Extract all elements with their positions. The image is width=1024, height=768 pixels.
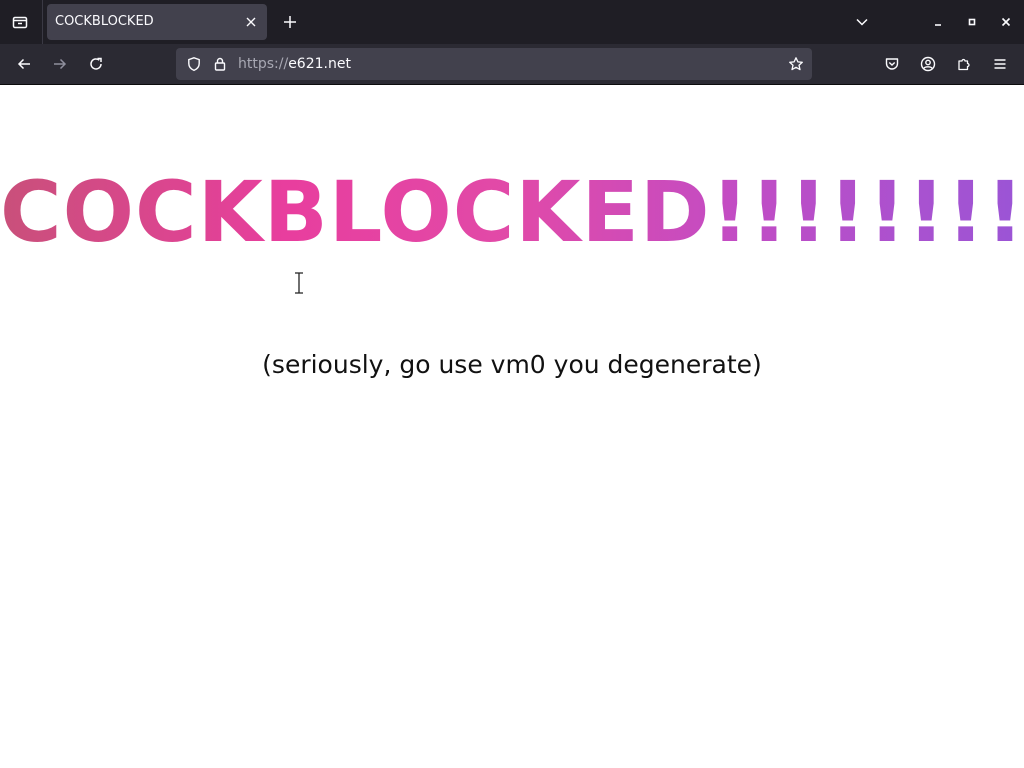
lock-icon [214, 57, 226, 71]
bookmark-button[interactable] [786, 54, 806, 74]
tracking-protection-button[interactable] [184, 54, 204, 74]
maximize-button[interactable] [960, 10, 984, 34]
new-tab-button[interactable] [277, 8, 303, 36]
page-subtitle: (seriously, go use vm0 you degenerate) [262, 350, 762, 379]
url-host: e621.net [288, 56, 351, 72]
minimize-icon [935, 24, 941, 26]
tab-strip: COCKBLOCKED [0, 0, 1024, 44]
extensions-button[interactable] [950, 50, 978, 78]
forward-button[interactable] [46, 50, 74, 78]
puzzle-icon [958, 58, 970, 71]
plus-icon [284, 16, 296, 28]
minimize-button[interactable] [926, 10, 950, 34]
hamburger-icon [994, 59, 1006, 69]
account-icon [920, 56, 936, 72]
star-icon [789, 57, 803, 71]
tab-list-icon [12, 16, 28, 29]
page-headline: COCKBLOCKED!!!!!!!! [0, 157, 1024, 267]
tab-list-button[interactable] [6, 8, 34, 36]
back-button[interactable] [10, 50, 38, 78]
close-icon [246, 17, 256, 27]
tab-active[interactable]: COCKBLOCKED [47, 4, 267, 40]
navigation-toolbar: https://e621.net [0, 44, 1024, 84]
tab-close-button[interactable] [241, 12, 261, 32]
reload-icon [90, 57, 102, 70]
shield-icon [188, 57, 200, 72]
text-cursor-icon [295, 272, 303, 294]
close-window-button[interactable] [994, 10, 1018, 34]
browser-window: COCKBLOCKED https://e621.net COCKBLOCKED… [0, 0, 1024, 768]
account-button[interactable] [914, 50, 942, 78]
url-scheme: https:// [238, 56, 289, 72]
pocket-button[interactable] [878, 50, 906, 78]
url-input[interactable]: https://e621.net [238, 48, 351, 80]
pocket-icon [885, 58, 899, 70]
close-icon [1001, 17, 1011, 27]
app-menu-button[interactable] [986, 50, 1014, 78]
page-viewport: COCKBLOCKED!!!!!!!! (seriously, go use v… [0, 85, 1024, 768]
site-security-button[interactable] [210, 54, 230, 74]
tab-title: COCKBLOCKED [55, 14, 154, 29]
reload-button[interactable] [82, 50, 110, 78]
tab-separator [42, 0, 43, 44]
arrow-right-icon [54, 58, 67, 70]
chevron-down-icon [856, 18, 868, 26]
list-all-tabs-button[interactable] [849, 8, 875, 36]
url-bar[interactable]: https://e621.net [176, 48, 812, 80]
maximize-icon [968, 18, 976, 26]
arrow-left-icon [17, 58, 30, 70]
